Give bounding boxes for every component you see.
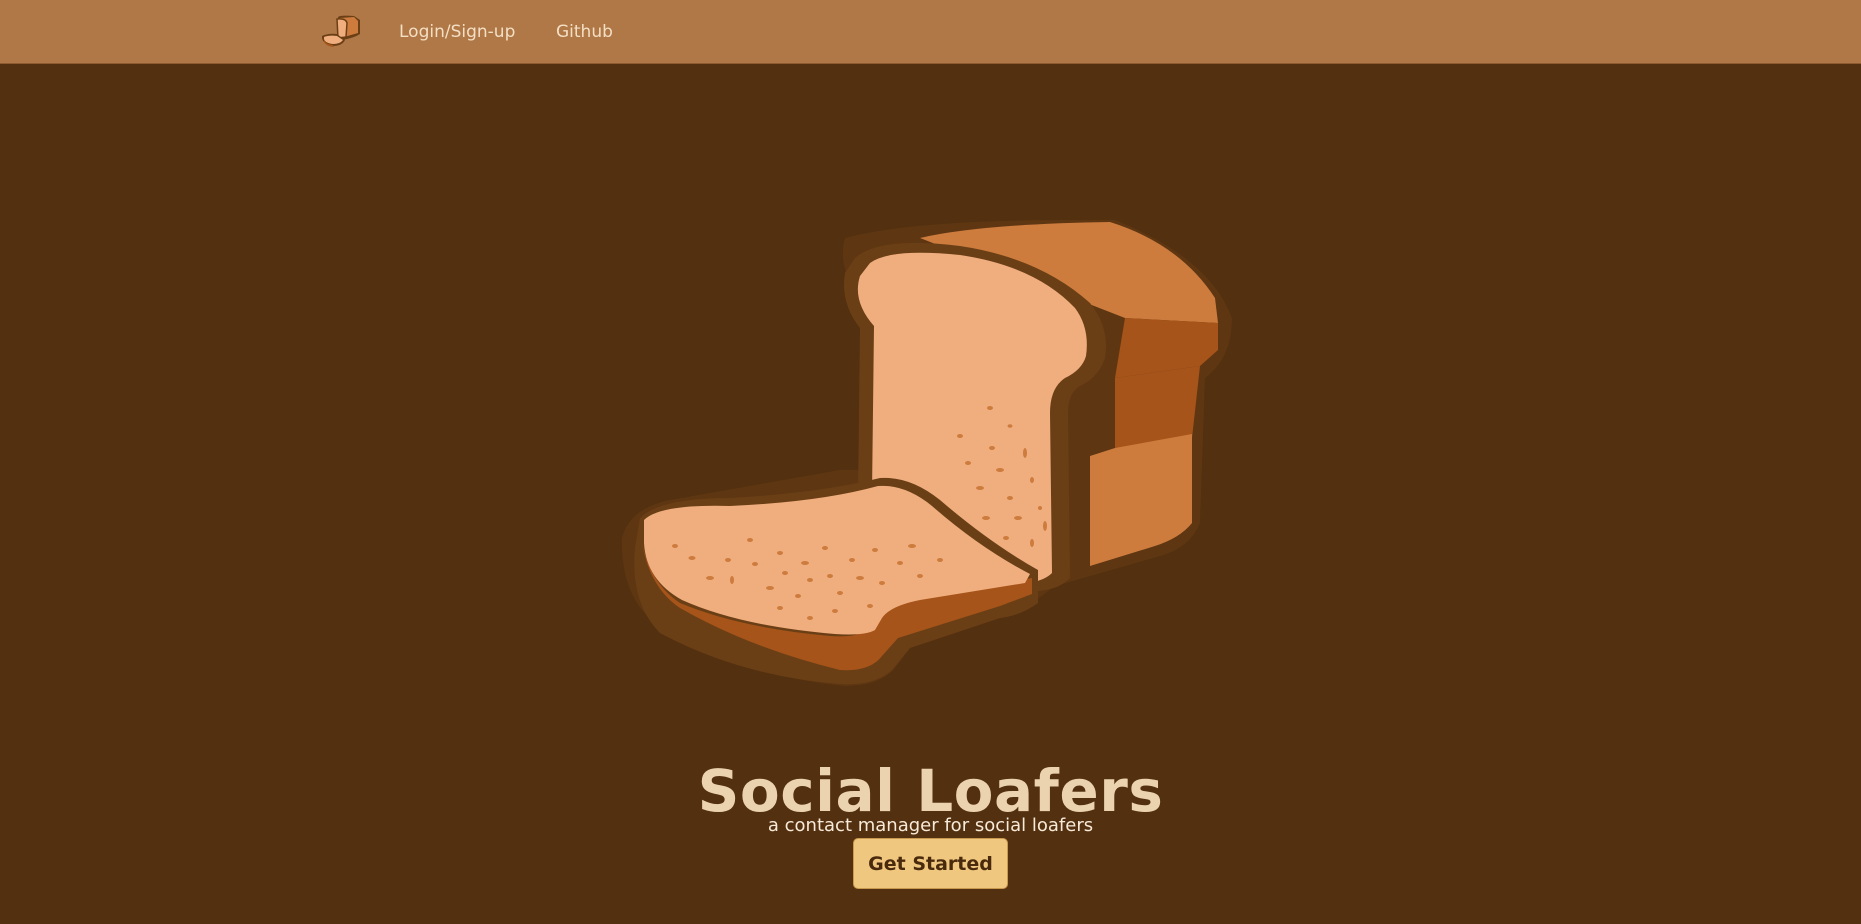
get-started-button[interactable]: Get Started xyxy=(853,838,1008,889)
navbar: Login/Sign-up Github xyxy=(0,0,1861,64)
github-link[interactable]: Github xyxy=(556,20,613,44)
login-signup-link[interactable]: Login/Sign-up xyxy=(399,20,515,44)
bread-loaf-illustration xyxy=(621,219,1232,686)
hero-subtitle: a contact manager for social loafers xyxy=(767,815,1094,836)
bread-logo-icon[interactable] xyxy=(320,14,366,50)
